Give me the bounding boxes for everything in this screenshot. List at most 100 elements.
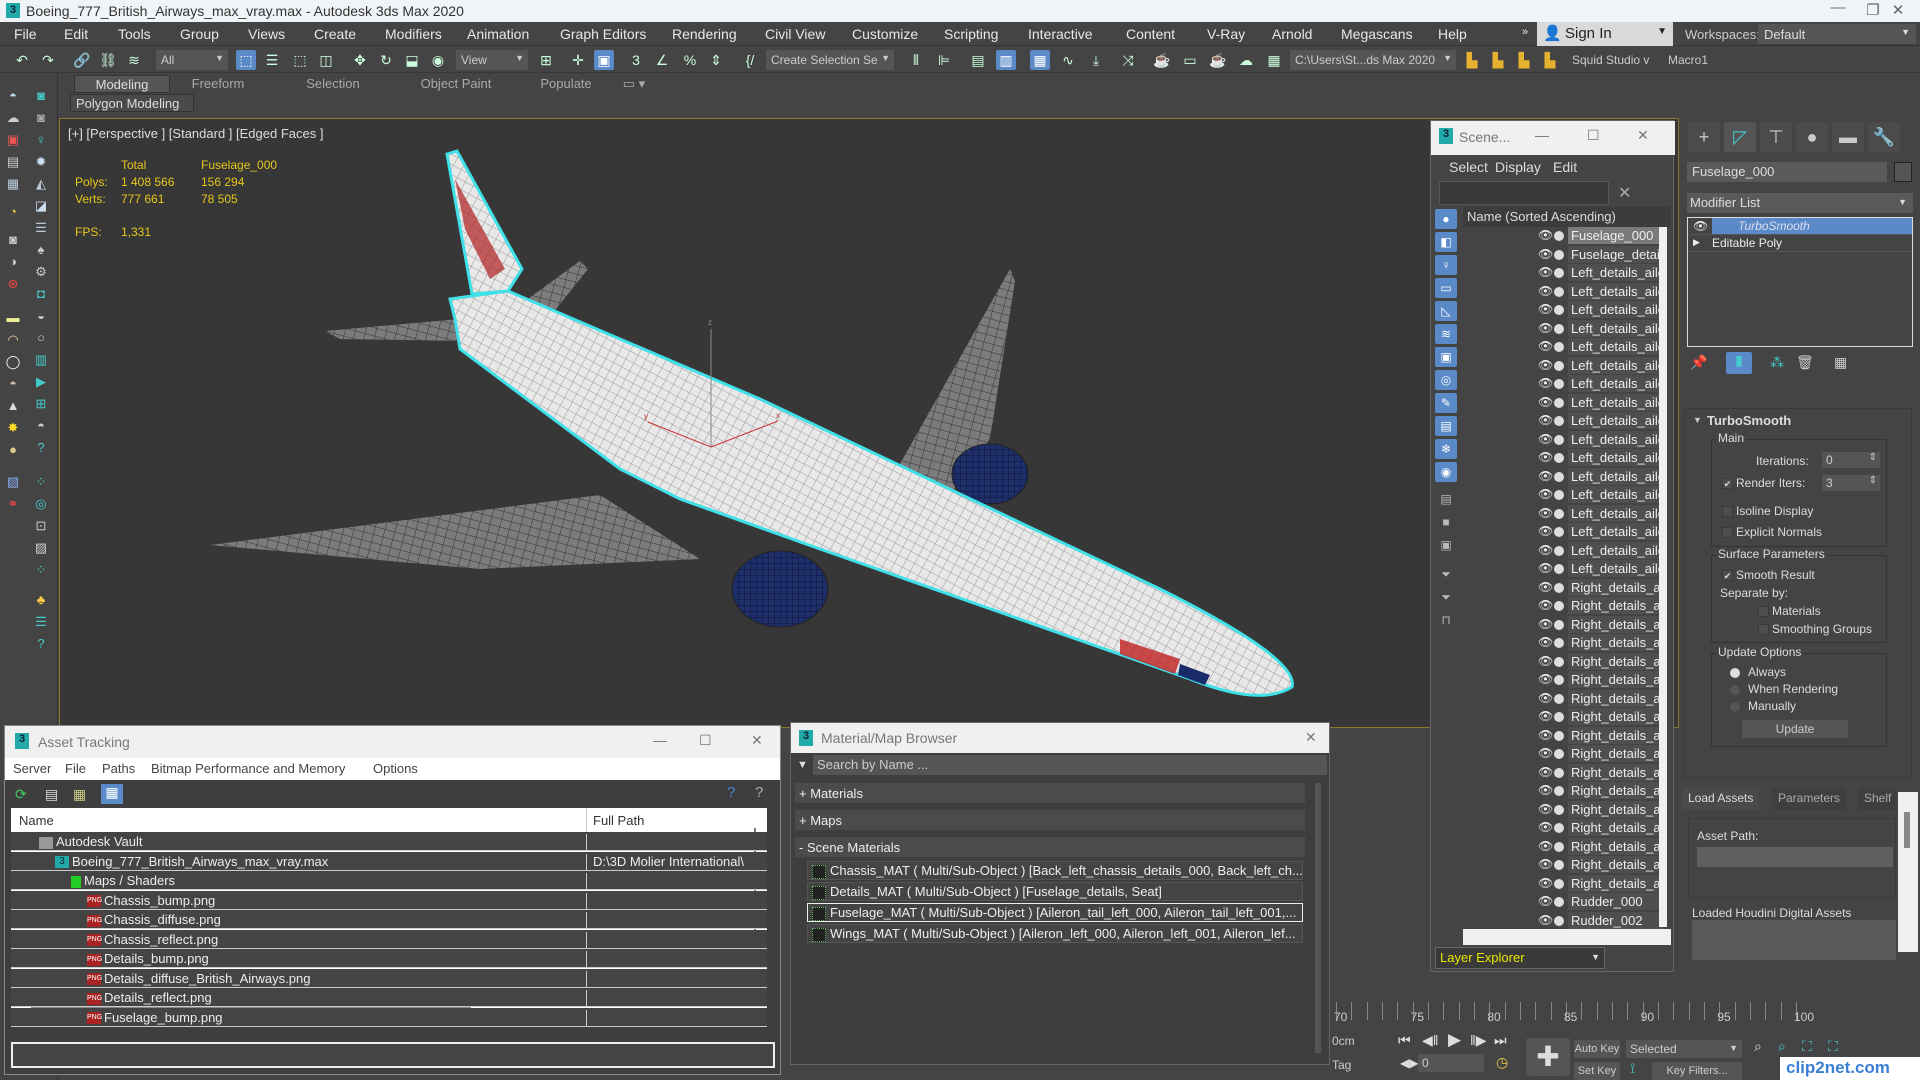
render-iters-spinner[interactable]: 3 ⇕ — [1822, 475, 1880, 491]
object-color-swatch[interactable] — [1894, 162, 1912, 182]
table-icon[interactable]: ▦ — [4, 175, 22, 193]
close-icon[interactable]: ✕ — [1305, 729, 1317, 746]
distribute-icon[interactable]: ⁘ — [32, 561, 50, 579]
notes-icon[interactable]: ☰ — [32, 613, 50, 631]
plane-light-icon[interactable]: ▬ — [4, 309, 22, 327]
freeze-dot-icon[interactable] — [1554, 712, 1564, 722]
visibility-eye-icon[interactable]: 👁 — [1538, 654, 1553, 668]
set-keys-icon[interactable]: ✚ — [1526, 1038, 1570, 1076]
sun-light-icon[interactable]: ✸ — [4, 419, 22, 437]
points-icon[interactable]: ⁘ — [32, 473, 50, 491]
zoom-all-icon[interactable]: ⌕ — [1778, 1038, 1786, 1055]
refresh-icon[interactable]: ⟳ — [15, 786, 27, 803]
material-search-input[interactable]: Search by Name ... — [813, 755, 1327, 775]
visibility-eye-icon[interactable]: 👁 — [1538, 543, 1553, 557]
tab-freeform[interactable]: Freeform — [178, 75, 258, 93]
freeze-dot-icon[interactable] — [1554, 342, 1564, 352]
squid-studio-label[interactable]: Squid Studio v — [1572, 53, 1649, 67]
auto-key-button[interactable]: Auto Key — [1574, 1040, 1620, 1058]
scene-object-row[interactable]: 👁 Left_details_aileron — [1463, 486, 1663, 504]
filter-icon[interactable]: ⏷ — [1435, 587, 1457, 607]
section-maps[interactable]: + Maps — [795, 810, 1305, 830]
unlink-icon[interactable]: ⛓ — [98, 50, 118, 70]
scene-material-item[interactable]: Chassis_MAT ( Multi/Sub-Object ) [Back_l… — [807, 861, 1303, 880]
freeze-dot-icon[interactable] — [1554, 379, 1564, 389]
freeze-dot-icon[interactable] — [1554, 823, 1564, 833]
freeze-dot-icon[interactable] — [1554, 786, 1564, 796]
selection-filter-dropdown[interactable]: All ▼ — [156, 50, 228, 70]
freeze-dot-icon[interactable] — [1554, 878, 1564, 889]
xrefs-filter-icon[interactable]: ◎ — [1435, 370, 1457, 390]
scene-material-item[interactable]: Details_MAT ( Multi/Sub-Object ) [Fusela… — [807, 882, 1303, 901]
visibility-eye-icon[interactable]: 👁 — [1538, 598, 1553, 612]
freeze-dot-icon[interactable] — [1554, 693, 1564, 704]
freeze-dot-icon[interactable] — [1554, 249, 1564, 260]
visibility-eye-icon[interactable]: 👁 — [1538, 561, 1553, 575]
freeze-dot-icon[interactable] — [1554, 638, 1564, 648]
list-icon[interactable]: ▤ — [4, 153, 22, 171]
scene-object-row[interactable]: 👁 Left_details_aileron — [1463, 412, 1663, 430]
scene-object-row[interactable]: 👁 Right_details_aileron — [1463, 708, 1663, 726]
tab-modeling[interactable]: Modeling — [74, 75, 170, 93]
modify-tab-icon[interactable]: ◸ — [1724, 122, 1756, 152]
open-project-icon[interactable]: ▙ — [1488, 50, 1508, 70]
pivot-icon[interactable]: ⊞ — [536, 50, 556, 70]
menu-arnold[interactable]: Arnold — [1272, 26, 1312, 42]
make-unique-icon[interactable]: ⁂ — [1770, 354, 1784, 371]
maximize-icon[interactable]: ☐ — [699, 732, 712, 749]
vray-icon[interactable]: ◑ — [4, 253, 22, 271]
scene-object-row[interactable]: 👁 Right_details_aileron — [1463, 689, 1663, 708]
asset-row[interactable]: PNG Details_bump.png — [11, 949, 767, 968]
update-when-rendering-radio[interactable] — [1730, 685, 1740, 695]
visibility-eye-icon[interactable]: 👁 — [1538, 857, 1553, 871]
object-name-input[interactable]: Fuselage_000 — [1687, 162, 1887, 182]
render-window-icon[interactable]: ▣ — [4, 131, 22, 149]
spinner-snap-icon[interactable]: ⇕ — [706, 50, 726, 70]
camera-sequence-icon[interactable]: ◙ — [32, 109, 50, 127]
visibility-eye-icon[interactable]: 👁 — [1538, 802, 1553, 816]
camera-icon[interactable]: ◙ — [32, 87, 50, 105]
visibility-eye-icon[interactable]: 👁 — [1538, 691, 1553, 705]
scene-object-row[interactable]: 👁 Right_details_aileron — [1463, 578, 1663, 597]
scene-menu-select[interactable]: Select — [1449, 159, 1488, 175]
current-frame-spinner[interactable]: 0 — [1418, 1054, 1484, 1072]
update-button[interactable]: Update — [1742, 720, 1848, 738]
freeze-dot-icon[interactable] — [1554, 730, 1564, 741]
scene-object-row[interactable]: 👁 Fuselage_000 — [1463, 227, 1663, 245]
rotate-icon[interactable]: ↻ — [376, 50, 396, 70]
project-structure-icon[interactable]: ▙ — [1540, 50, 1560, 70]
scene-search-input[interactable] — [1439, 181, 1609, 205]
geometry-filter-icon[interactable]: ● — [1435, 209, 1457, 229]
iterations-spinner[interactable]: 0 ⇕ — [1822, 452, 1880, 468]
scene-object-row[interactable]: 👁 Right_details_aileron — [1463, 819, 1663, 837]
tree-icon[interactable]: ♠ — [32, 241, 50, 259]
visibility-eye-icon[interactable]: 👁 — [1538, 876, 1553, 890]
render-in-cloud-icon[interactable]: ☁ — [1236, 50, 1256, 70]
modifier-list-dropdown[interactable]: Modifier List ▼ — [1687, 193, 1913, 213]
visibility-eye-icon[interactable]: 👁 — [1538, 580, 1553, 594]
forest-icon[interactable]: ♣ — [32, 591, 50, 609]
align-icon[interactable]: ⊫ — [934, 50, 954, 70]
zoom-icon[interactable]: ⌕ — [1754, 1038, 1762, 1055]
next-frame-icon[interactable]: ‖▶ — [1470, 1032, 1487, 1049]
scene-object-row[interactable]: 👁 Left_details_aileron — [1463, 467, 1663, 486]
close-icon[interactable]: ✕ — [1637, 127, 1649, 144]
schematic-view-icon[interactable]: ⤨ — [1118, 50, 1138, 70]
visibility-eye-icon[interactable]: 👁 — [1538, 524, 1553, 538]
tab-object-paint[interactable]: Object Paint — [396, 75, 516, 93]
asset-row[interactable]: PNG Details_diffuse_British_Airways.png — [11, 968, 767, 988]
rendered-frame-window-icon[interactable]: ▭ — [1180, 50, 1200, 70]
collapse-icon[interactable]: ▼ — [1693, 415, 1702, 425]
scene-object-row[interactable]: 👁 Right_details_aileron — [1463, 763, 1663, 782]
macro-label[interactable]: Macro1 — [1668, 53, 1708, 67]
scene-object-row[interactable]: 👁 Fuselage_details — [1463, 245, 1663, 264]
asset-row[interactable]: Maps / Shaders — [11, 871, 767, 890]
scene-menu-display[interactable]: Display — [1495, 159, 1541, 175]
reference-coord-dropdown[interactable]: View ▼ — [456, 50, 528, 70]
lights-filter-icon[interactable]: ♀ — [1435, 255, 1457, 275]
asset-row[interactable]: PNG Fuselage_bump.png — [11, 1007, 767, 1027]
key-filters-button[interactable]: Key Filters... — [1652, 1062, 1742, 1080]
freeze-dot-icon[interactable] — [1554, 545, 1564, 556]
undo-icon[interactable]: ↶ — [12, 50, 32, 70]
asset-row[interactable]: PNG Chassis_diffuse.png — [11, 910, 767, 929]
